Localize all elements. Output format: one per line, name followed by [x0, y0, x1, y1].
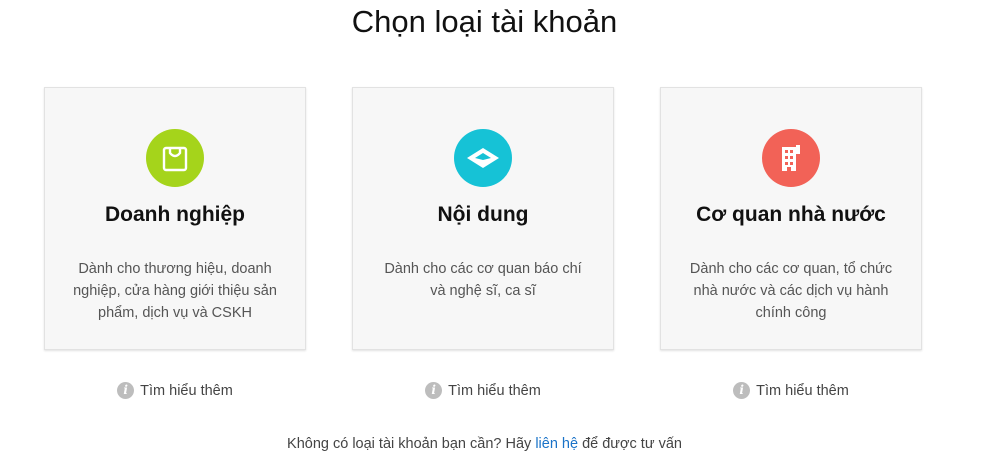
account-type-card-government[interactable]: Cơ quan nhà nước Dành cho các cơ quan, t… — [660, 87, 922, 350]
content-icon — [454, 129, 512, 187]
learn-more-label[interactable]: Tìm hiểu thêm — [140, 383, 233, 399]
footer-suffix: để được tư vấn — [578, 436, 682, 452]
card-description: Dành cho thương hiệu, doanh nghiệp, cửa … — [73, 261, 277, 321]
learn-more-label[interactable]: Tìm hiểu thêm — [448, 383, 541, 399]
card-description: Dành cho các cơ quan, tổ chức nhà nước v… — [689, 261, 893, 321]
card-title: Cơ quan nhà nước — [696, 203, 886, 226]
learn-more-link-government[interactable]: i Tìm hiểu thêm — [660, 382, 922, 399]
account-type-card-business[interactable]: Doanh nghiệp Dành cho thương hiệu, doanh… — [44, 87, 306, 350]
card-title: Nội dung — [437, 203, 529, 226]
footer-note: Không có loại tài khoản bạn cần? Hãy liê… — [0, 436, 969, 452]
building-icon — [762, 129, 820, 187]
account-type-card-content[interactable]: Nội dung Dành cho các cơ quan báo chí và… — [352, 87, 614, 350]
learn-more-link-content[interactable]: i Tìm hiểu thêm — [352, 382, 614, 399]
footer-prefix: Không có loại tài khoản bạn cần? Hãy — [287, 436, 536, 452]
shopping-bag-icon — [146, 129, 204, 187]
info-icon: i — [425, 382, 443, 399]
page-title: Chọn loại tài khoản — [351, 4, 618, 39]
contact-link[interactable]: liên hệ — [535, 436, 578, 452]
info-icon: i — [117, 382, 135, 399]
learn-more-label[interactable]: Tìm hiểu thêm — [756, 383, 849, 399]
card-description: Dành cho các cơ quan báo chí và nghệ sĩ,… — [384, 261, 582, 299]
learn-more-link-business[interactable]: i Tìm hiểu thêm — [44, 382, 306, 399]
card-title: Doanh nghiệp — [105, 203, 245, 226]
info-icon: i — [733, 382, 751, 399]
